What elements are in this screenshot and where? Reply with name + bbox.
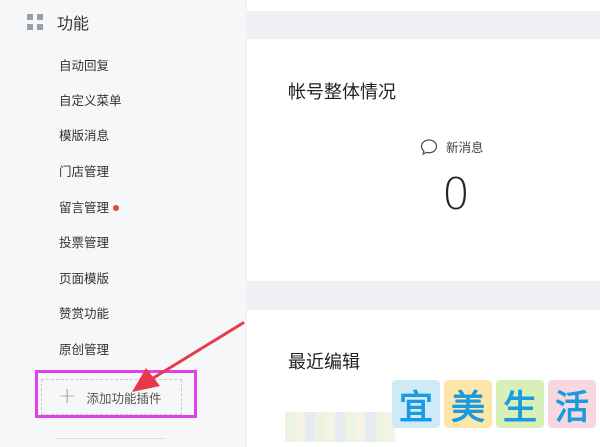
- notification-dot: [113, 205, 120, 211]
- sidebar-item-label: 原创管理: [59, 342, 110, 357]
- sidebar-item-label: 投票管理: [59, 235, 110, 250]
- highlight-annotation-box: [35, 370, 197, 418]
- sidebar-item-auto-reply[interactable]: 自动回复: [59, 58, 109, 74]
- sidebar-item-label: 模版消息: [59, 128, 110, 143]
- sidebar-item-original-management[interactable]: 原创管理: [59, 342, 109, 358]
- watermark-char: 活: [548, 380, 596, 428]
- sidebar-item-page-template[interactable]: 页面模版: [59, 271, 109, 287]
- sidebar-item-label: 自动回复: [59, 58, 110, 73]
- sidebar-item-custom-menu[interactable]: 自定义菜单: [59, 93, 122, 109]
- watermark-char: 美: [444, 380, 492, 428]
- card-title: 帐号整体情况: [288, 82, 396, 103]
- chat-bubble-icon: [420, 138, 438, 155]
- watermark-char: 生: [496, 380, 544, 428]
- sidebar-item-label: 赞赏功能: [59, 306, 110, 321]
- new-messages-count: 0: [442, 169, 470, 220]
- divider: [57, 438, 165, 439]
- sidebar-item-vote-management[interactable]: 投票管理: [59, 235, 109, 251]
- sidebar: 功能 自动回复 自定义菜单 模版消息 门店管理 留言管理 投票管理 页面模版 赞…: [0, 0, 246, 447]
- card-title: 最近编辑: [288, 352, 360, 373]
- account-overview-card: 帐号整体情况 新消息 0: [247, 39, 600, 281]
- sidebar-item-comment-management[interactable]: 留言管理: [59, 200, 120, 216]
- sidebar-item-label: 留言管理: [59, 200, 110, 215]
- blurred-thumbnail: [285, 412, 395, 442]
- watermark-logo: 宜 美 生 活: [392, 380, 600, 428]
- new-messages-row[interactable]: 新消息: [420, 137, 484, 156]
- sidebar-item-reward[interactable]: 赞赏功能: [59, 306, 109, 322]
- sidebar-item-label: 自定义菜单: [59, 93, 122, 108]
- new-messages-label: 新消息: [446, 140, 484, 155]
- sidebar-item-store-management[interactable]: 门店管理: [59, 164, 109, 180]
- sidebar-item-label: 门店管理: [59, 164, 110, 179]
- section-title: 功能: [57, 14, 90, 33]
- features-section-header: 功能: [27, 10, 89, 34]
- watermark-char: 宜: [392, 380, 440, 428]
- sidebar-item-template-message[interactable]: 模版消息: [59, 128, 109, 144]
- grid-icon: [27, 14, 43, 30]
- sidebar-item-label: 页面模版: [59, 271, 110, 286]
- top-card: [247, 0, 600, 11]
